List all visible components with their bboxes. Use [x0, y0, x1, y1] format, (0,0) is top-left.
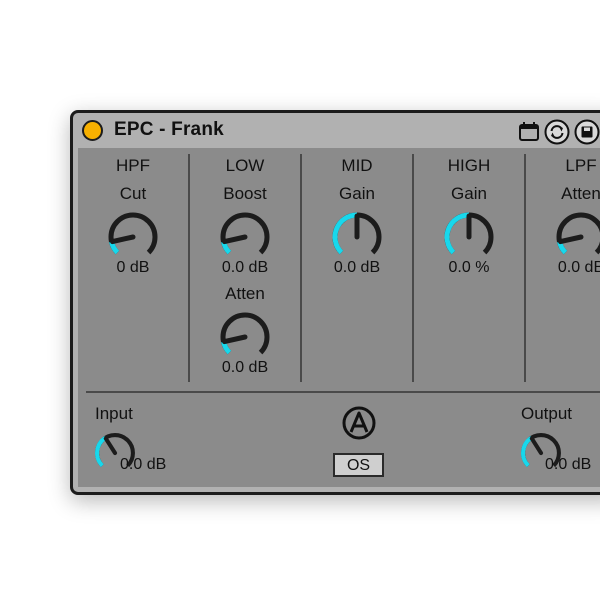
input-value: 0.0 dB [120, 456, 167, 473]
lpf-atten-value: 0.0 dB [557, 259, 600, 276]
lpf-atten-knob[interactable] [554, 210, 600, 264]
brand-logo-icon [342, 406, 376, 440]
os-button[interactable]: OS [333, 453, 384, 477]
low-atten-knob[interactable] [218, 310, 272, 364]
low-atten-label: Atten [225, 284, 265, 303]
knob-value-arc [444, 212, 470, 255]
knob-pointer [110, 234, 136, 245]
knob-pointer [103, 436, 118, 456]
knob-pointer [529, 436, 544, 456]
band-label-low: LOW [225, 156, 265, 175]
knob-value-arc [95, 436, 107, 468]
hpf-cut-knob[interactable] [106, 210, 160, 264]
input-label: Input [95, 404, 133, 423]
mid-gain-label: Gain [339, 184, 375, 203]
knob-pointer [222, 334, 248, 345]
output-label: Output [521, 404, 573, 423]
low-boost-label: Boost [223, 184, 267, 203]
band-label-high: HIGH [447, 156, 491, 175]
calendar-icon[interactable] [517, 121, 541, 143]
high-gain-knob[interactable] [442, 210, 496, 264]
knob-pointer [558, 234, 584, 245]
device-titlebar: EPC - Frank [73, 113, 600, 148]
section-divider [86, 391, 600, 393]
refresh-icon[interactable] [544, 119, 570, 145]
knob-track [108, 212, 158, 255]
device-title: EPC - Frank [114, 119, 224, 140]
device-window: EPC - Frank HPF LOW MID HIGH LPF Cut 0 d… [70, 110, 600, 495]
band-label-hpf: HPF [116, 156, 150, 175]
low-boost-value: 0.0 dB [221, 259, 269, 276]
knob-track [220, 212, 270, 255]
mid-gain-knob[interactable] [330, 210, 384, 264]
mid-gain-value: 0.0 dB [333, 259, 381, 276]
lpf-atten-label: Atten [561, 184, 600, 203]
hpf-cut-label: Cut [119, 184, 147, 203]
knob-value-arc [521, 436, 533, 468]
knob-value-arc [332, 212, 358, 255]
device-power-button[interactable] [82, 120, 103, 141]
high-gain-label: Gain [451, 184, 487, 203]
band-label-mid: MID [341, 156, 373, 175]
output-value: 0.0 dB [545, 456, 592, 473]
knob-track [220, 312, 270, 355]
low-boost-knob[interactable] [218, 210, 272, 264]
knob-track [556, 212, 600, 255]
low-atten-value: 0.0 dB [221, 359, 269, 376]
save-icon[interactable] [574, 119, 600, 145]
band-label-lpf: LPF [565, 156, 597, 175]
knob-pointer [222, 234, 248, 245]
device-panel: HPF LOW MID HIGH LPF Cut 0 dB Boost 0.0 … [78, 148, 600, 487]
high-gain-value: 0.0 % [448, 259, 490, 276]
hpf-cut-value: 0 dB [116, 259, 150, 276]
